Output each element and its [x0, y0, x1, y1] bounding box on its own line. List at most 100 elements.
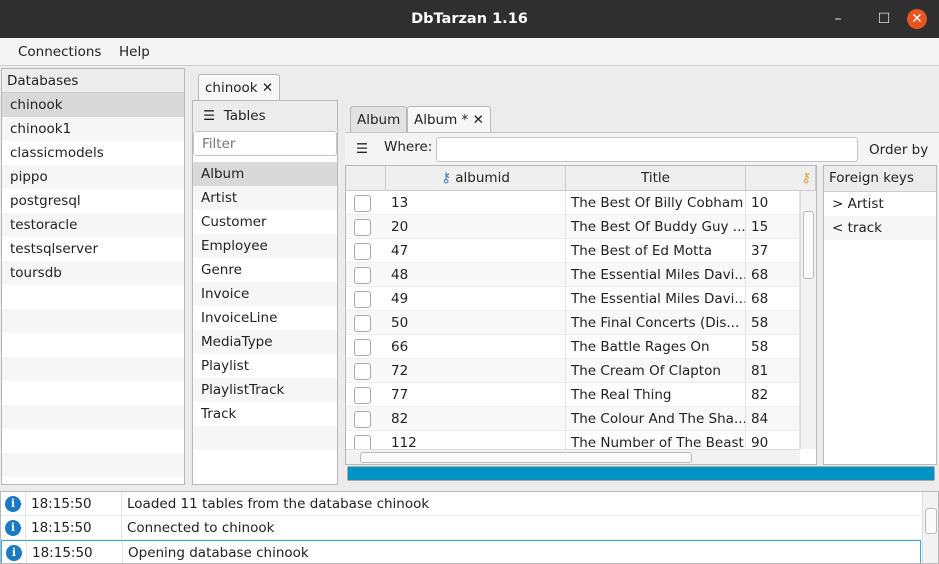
foreign-key-artist[interactable]: > Artist	[824, 192, 936, 216]
cell[interactable]: 10	[746, 191, 800, 215]
table-row[interactable]: 66 The Battle Rages On 58	[346, 335, 800, 359]
close-icon[interactable]: ✕	[262, 80, 273, 96]
cell[interactable]: The Best Of Billy Cobham	[566, 191, 746, 215]
cell[interactable]: The Best Of Buddy Guy ...	[566, 215, 746, 239]
cell[interactable]: 13	[386, 191, 566, 215]
log-scrollbar[interactable]	[922, 492, 938, 563]
menu-icon[interactable]: ☰	[203, 108, 215, 124]
log-row[interactable]: i 18:15:50 Loaded 11 tables from the datab…	[1, 492, 921, 516]
cell[interactable]: The Essential Miles Davi...	[566, 263, 746, 287]
database-item[interactable]: testsqlserver	[2, 237, 184, 261]
cell[interactable]: The Essential Miles Davi...	[566, 287, 746, 311]
database-item[interactable]: toursdb	[2, 261, 184, 285]
row-checkbox[interactable]	[354, 339, 371, 356]
row-checkbox[interactable]	[354, 219, 371, 236]
table-item[interactable]: Genre	[193, 258, 337, 282]
cell[interactable]: 84	[746, 407, 800, 431]
row-checkbox[interactable]	[354, 363, 371, 380]
cell[interactable]: The Battle Rages On	[566, 335, 746, 359]
cell[interactable]: 37	[746, 239, 800, 263]
menu-connections[interactable]: Connections	[18, 44, 101, 60]
table-row[interactable]: 72 The Cream Of Clapton 81	[346, 359, 800, 383]
menu-help[interactable]: Help	[119, 44, 150, 60]
cell[interactable]: 48	[386, 263, 566, 287]
table-row[interactable]: 47 The Best of Ed Motta 37	[346, 239, 800, 263]
database-item[interactable]: postgresql	[2, 189, 184, 213]
tab-album-modified[interactable]: Album * ✕	[407, 106, 491, 132]
cell[interactable]: The Colour And The Sha...	[566, 407, 746, 431]
database-item[interactable]: chinook	[2, 93, 184, 117]
log-row[interactable]: i 18:15:50 Opening database chinook	[1, 540, 921, 563]
cell[interactable]: 58	[746, 311, 800, 335]
cell[interactable]: 58	[746, 335, 800, 359]
horizontal-scrollbar[interactable]	[346, 449, 800, 464]
cell[interactable]: 82	[386, 407, 566, 431]
progress-fill	[348, 467, 934, 480]
column-header-albumid[interactable]: ⚷ albumid	[386, 166, 566, 191]
cell[interactable]: The Final Concerts (Dis...	[566, 311, 746, 335]
row-checkbox[interactable]	[354, 243, 371, 260]
cell[interactable]: The Cream Of Clapton	[566, 359, 746, 383]
database-item[interactable]: classicmodels	[2, 141, 184, 165]
cell[interactable]: 82	[746, 383, 800, 407]
cell[interactable]: 68	[746, 287, 800, 311]
table-item[interactable]: Employee	[193, 234, 337, 258]
table-row[interactable]: 48 The Essential Miles Davi... 68	[346, 263, 800, 287]
table-item[interactable]: Album	[193, 162, 337, 186]
table-row[interactable]: 82 The Colour And The Sha... 84	[346, 407, 800, 431]
order-by-button[interactable]: Order by	[869, 142, 928, 158]
filter-input[interactable]	[193, 131, 337, 156]
row-checkbox[interactable]	[354, 195, 371, 212]
table-item[interactable]: Invoice	[193, 282, 337, 306]
tab-album[interactable]: Album	[350, 106, 408, 132]
cell[interactable]: 81	[746, 359, 800, 383]
scrollbar-thumb[interactable]	[925, 508, 937, 534]
cell[interactable]: The Real Thing	[566, 383, 746, 407]
menu-icon[interactable]: ☰	[356, 141, 368, 157]
cell[interactable]: 50	[386, 311, 566, 335]
cell[interactable]: 72	[386, 359, 566, 383]
where-input[interactable]	[436, 137, 858, 162]
table-item[interactable]: Artist	[193, 186, 337, 210]
row-checkbox[interactable]	[354, 387, 371, 404]
database-item[interactable]: testoracle	[2, 213, 184, 237]
cell[interactable]: 66	[386, 335, 566, 359]
row-checkbox[interactable]	[354, 291, 371, 308]
cell[interactable]: 49	[386, 287, 566, 311]
table-row[interactable]: 77 The Real Thing 82	[346, 383, 800, 407]
close-icon[interactable]: ✕	[473, 112, 484, 128]
tab-chinook[interactable]: chinook ✕	[198, 74, 281, 100]
cell[interactable]: 20	[386, 215, 566, 239]
column-header-title[interactable]: Title	[566, 166, 746, 191]
column-header-artistid[interactable]: ⚷	[746, 166, 816, 191]
close-button[interactable]: ✕	[907, 9, 927, 29]
cell[interactable]: 47	[386, 239, 566, 263]
cell[interactable]: The Best of Ed Motta	[566, 239, 746, 263]
table-item[interactable]: Customer	[193, 210, 337, 234]
table-item[interactable]: Playlist	[193, 354, 337, 378]
table-row[interactable]: 20 The Best Of Buddy Guy ... 15	[346, 215, 800, 239]
table-row[interactable]: 13 The Best Of Billy Cobham 10	[346, 191, 800, 215]
scrollbar-thumb[interactable]	[803, 211, 814, 279]
cell[interactable]: 77	[386, 383, 566, 407]
table-row[interactable]: 49 The Essential Miles Davi... 68	[346, 287, 800, 311]
maximize-button[interactable]: ☐	[874, 9, 894, 29]
table-row[interactable]: 50 The Final Concerts (Dis... 58	[346, 311, 800, 335]
query-bar: ☰ Where: Order by	[345, 132, 939, 166]
row-checkbox[interactable]	[354, 411, 371, 428]
row-checkbox[interactable]	[354, 267, 371, 284]
table-item[interactable]: PlaylistTrack	[193, 378, 337, 402]
table-item[interactable]: MediaType	[193, 330, 337, 354]
database-item[interactable]: pippo	[2, 165, 184, 189]
database-item[interactable]: chinook1	[2, 117, 184, 141]
cell[interactable]: 15	[746, 215, 800, 239]
foreign-key-track[interactable]: < track	[824, 216, 936, 240]
minimize-button[interactable]: –	[828, 9, 848, 29]
table-item[interactable]: InvoiceLine	[193, 306, 337, 330]
table-item[interactable]: Track	[193, 402, 337, 426]
scrollbar-thumb[interactable]	[360, 452, 692, 463]
log-row[interactable]: i 18:15:50 Connected to chinook	[1, 516, 921, 540]
vertical-scrollbar[interactable]	[800, 191, 816, 449]
cell[interactable]: 68	[746, 263, 800, 287]
row-checkbox[interactable]	[354, 315, 371, 332]
